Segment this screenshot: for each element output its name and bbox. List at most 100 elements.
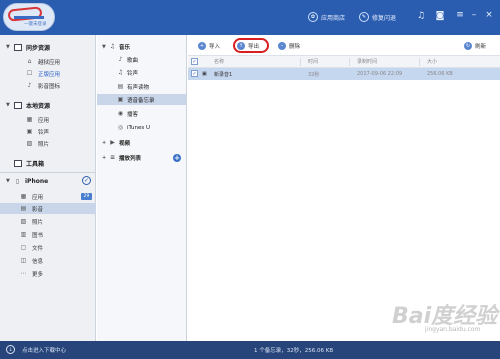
table-row[interactable]: ✓ ▣ 新录音1 32秒 2017-09-06 22:09 256.06 KB: [188, 68, 500, 80]
column-separator: [419, 58, 420, 66]
minimize-icon[interactable]: –: [469, 9, 479, 21]
app-store-button[interactable]: ✿ 应用商店: [308, 11, 345, 23]
tree-label: 视频: [119, 140, 131, 147]
column-separator: [300, 58, 301, 66]
tree-label: 歌曲: [127, 57, 139, 64]
sidebar-item-label: 影音图标: [38, 83, 61, 90]
delete-button[interactable]: – 删除: [278, 40, 300, 51]
toolbox-icon: [14, 159, 22, 167]
store-icon: ✿: [308, 12, 318, 22]
delete-label: 删除: [289, 43, 301, 50]
app-store-label: 应用商店: [321, 14, 346, 22]
sidebar-item-local-ringtones[interactable]: ▣ 铃声: [0, 126, 96, 137]
sidebar-item-label: 更多: [32, 271, 44, 278]
app-icon: ▦: [20, 193, 27, 200]
close-icon[interactable]: ×: [484, 9, 494, 21]
tree-label: iTunes U: [127, 124, 151, 131]
expand-icon: +: [102, 154, 107, 161]
sidebar-item-label: 文件: [32, 245, 44, 252]
phone-icon: ▯: [15, 177, 20, 185]
collapse-icon: ▼: [6, 102, 10, 108]
tree-label: 播放列表: [119, 155, 142, 162]
section-local-resources[interactable]: ▼ 本地资源: [0, 99, 96, 111]
tree-item-songs[interactable]: ♪ 歌曲: [97, 54, 186, 65]
media-icon: ♪: [27, 82, 32, 89]
sidebar-item-device-apps[interactable]: ▦ 应用 29: [0, 191, 96, 202]
sidebar-item-local-photos[interactable]: ▨ 照片: [0, 138, 96, 149]
download-center-link[interactable]: 点击进入下载中心: [22, 346, 66, 354]
tree-node-music[interactable]: ▼ ♫ 音乐: [97, 41, 186, 52]
photo-icon: ▨: [26, 140, 33, 147]
tree-item-ringtones[interactable]: ♫ 铃声: [97, 67, 186, 78]
section-toolbox[interactable]: 工具箱: [0, 157, 96, 169]
import-label: 导入: [209, 43, 221, 50]
sidebar-item-label: 铃声: [38, 129, 50, 136]
shirt-icon[interactable]: ◙: [434, 10, 446, 22]
status-bar: ↓ 点击进入下载中心 1 个备忘录，32秒，256.06 KB: [0, 341, 500, 359]
status-summary: 1 个备忘录，32秒，256.06 KB: [254, 348, 334, 354]
export-button[interactable]: ↑ 导出: [237, 40, 259, 51]
sidebar-item-device-media[interactable]: ▤ 影音: [0, 203, 96, 214]
section-sync-resources[interactable]: ▼ 同步资源: [0, 41, 96, 53]
media-icon: ▤: [20, 205, 27, 212]
music-icon[interactable]: ♫: [415, 10, 427, 22]
voice-memo-icon: ▣: [117, 96, 124, 103]
sidebar-item-label: 影音: [32, 206, 44, 213]
song-icon: ♪: [118, 56, 123, 63]
category-tree: ▼ ♫ 音乐 ♪ 歌曲 ♫ 铃声 ▤ 有声读物 ▣ 语音备忘录 ◉ 播客 ◎ i…: [97, 35, 187, 341]
tree-item-voice-memos[interactable]: ▣ 语音备忘录: [97, 94, 186, 105]
sidebar-item-device-messages[interactable]: ◫ 信息: [0, 255, 96, 266]
voice-memo-icon: ▣: [202, 71, 207, 77]
sidebar-item-media-icons[interactable]: ♪ 影音图标: [0, 80, 96, 91]
monitor-icon: [14, 101, 22, 109]
tree-label: 播客: [127, 111, 139, 118]
video-icon: ▶: [110, 139, 115, 146]
itunes-u-icon: ◎: [117, 124, 124, 131]
tree-item-podcasts[interactable]: ◉ 播客: [97, 108, 186, 119]
tree-node-video[interactable]: + ▶ 视频: [97, 137, 186, 148]
tree-label: 铃声: [127, 70, 139, 77]
logo-line: [14, 16, 44, 19]
export-label: 导出: [248, 43, 260, 50]
monitor-icon: [14, 43, 22, 51]
cell-size: 256.06 KB: [427, 71, 453, 77]
sidebar-item-device-photos[interactable]: ▧ 照片: [0, 216, 96, 227]
add-playlist-icon[interactable]: +: [173, 154, 181, 162]
app-icon: ▦: [26, 116, 33, 123]
sidebar-item-genuine-apps[interactable]: ☐ 正版应用: [0, 68, 96, 79]
column-header-recorded[interactable]: 录制时间: [357, 58, 377, 65]
logo-subtitle: 一键未登录: [24, 22, 47, 27]
column-header-size[interactable]: 大小: [427, 58, 437, 65]
connected-check-icon: ✓: [82, 176, 91, 185]
sidebar-item-jailbreak-apps[interactable]: ⌂ 越狱应用: [0, 56, 96, 67]
book-icon: ▥: [20, 231, 27, 238]
device-header[interactable]: ▼ ▯ iPhone ✓: [0, 175, 96, 187]
sidebar-item-device-more[interactable]: ⋯ 更多: [0, 268, 96, 279]
menu-icon[interactable]: ≡: [455, 9, 465, 21]
download-icon: ↓: [6, 345, 15, 354]
watermark-url: jingyan.baidu.com: [425, 326, 481, 333]
tree-item-itunes-u[interactable]: ◎ iTunes U: [97, 122, 186, 133]
collapse-icon: ▼: [6, 178, 10, 184]
section-label: 工具箱: [26, 160, 45, 168]
tree-item-audiobooks[interactable]: ▤ 有声读物: [97, 81, 186, 92]
app-logo[interactable]: 一键未登录: [3, 3, 55, 31]
main-content: + 导入 ↑ 导出 – 删除 ↻ 刷新 ✓ 名称 时间 录制时间 大小 ✓ ▣ …: [188, 35, 500, 341]
select-all-checkbox[interactable]: ✓: [191, 58, 198, 65]
bell-icon: ♫: [117, 69, 124, 76]
fix-crash-button[interactable]: ✎ 修复闪退: [359, 11, 396, 23]
refresh-button[interactable]: ↻ 刷新: [464, 40, 486, 51]
cell-time: 32秒: [308, 71, 320, 78]
column-header-time[interactable]: 时间: [308, 58, 318, 65]
column-separator: [349, 58, 350, 66]
message-icon: ◫: [20, 257, 27, 264]
tree-node-playlists[interactable]: + ≡ 播放列表 +: [97, 152, 186, 163]
sidebar-item-local-apps[interactable]: ▦ 应用: [0, 114, 96, 125]
expand-icon: +: [102, 139, 107, 146]
sidebar-item-device-files[interactable]: ▢ 文件: [0, 242, 96, 253]
column-header-name[interactable]: 名称: [214, 58, 224, 65]
row-checkbox[interactable]: ✓: [191, 70, 198, 77]
import-button[interactable]: + 导入: [198, 40, 220, 51]
podcast-icon: ◉: [117, 110, 124, 117]
sidebar-item-device-books[interactable]: ▥ 图书: [0, 229, 96, 240]
